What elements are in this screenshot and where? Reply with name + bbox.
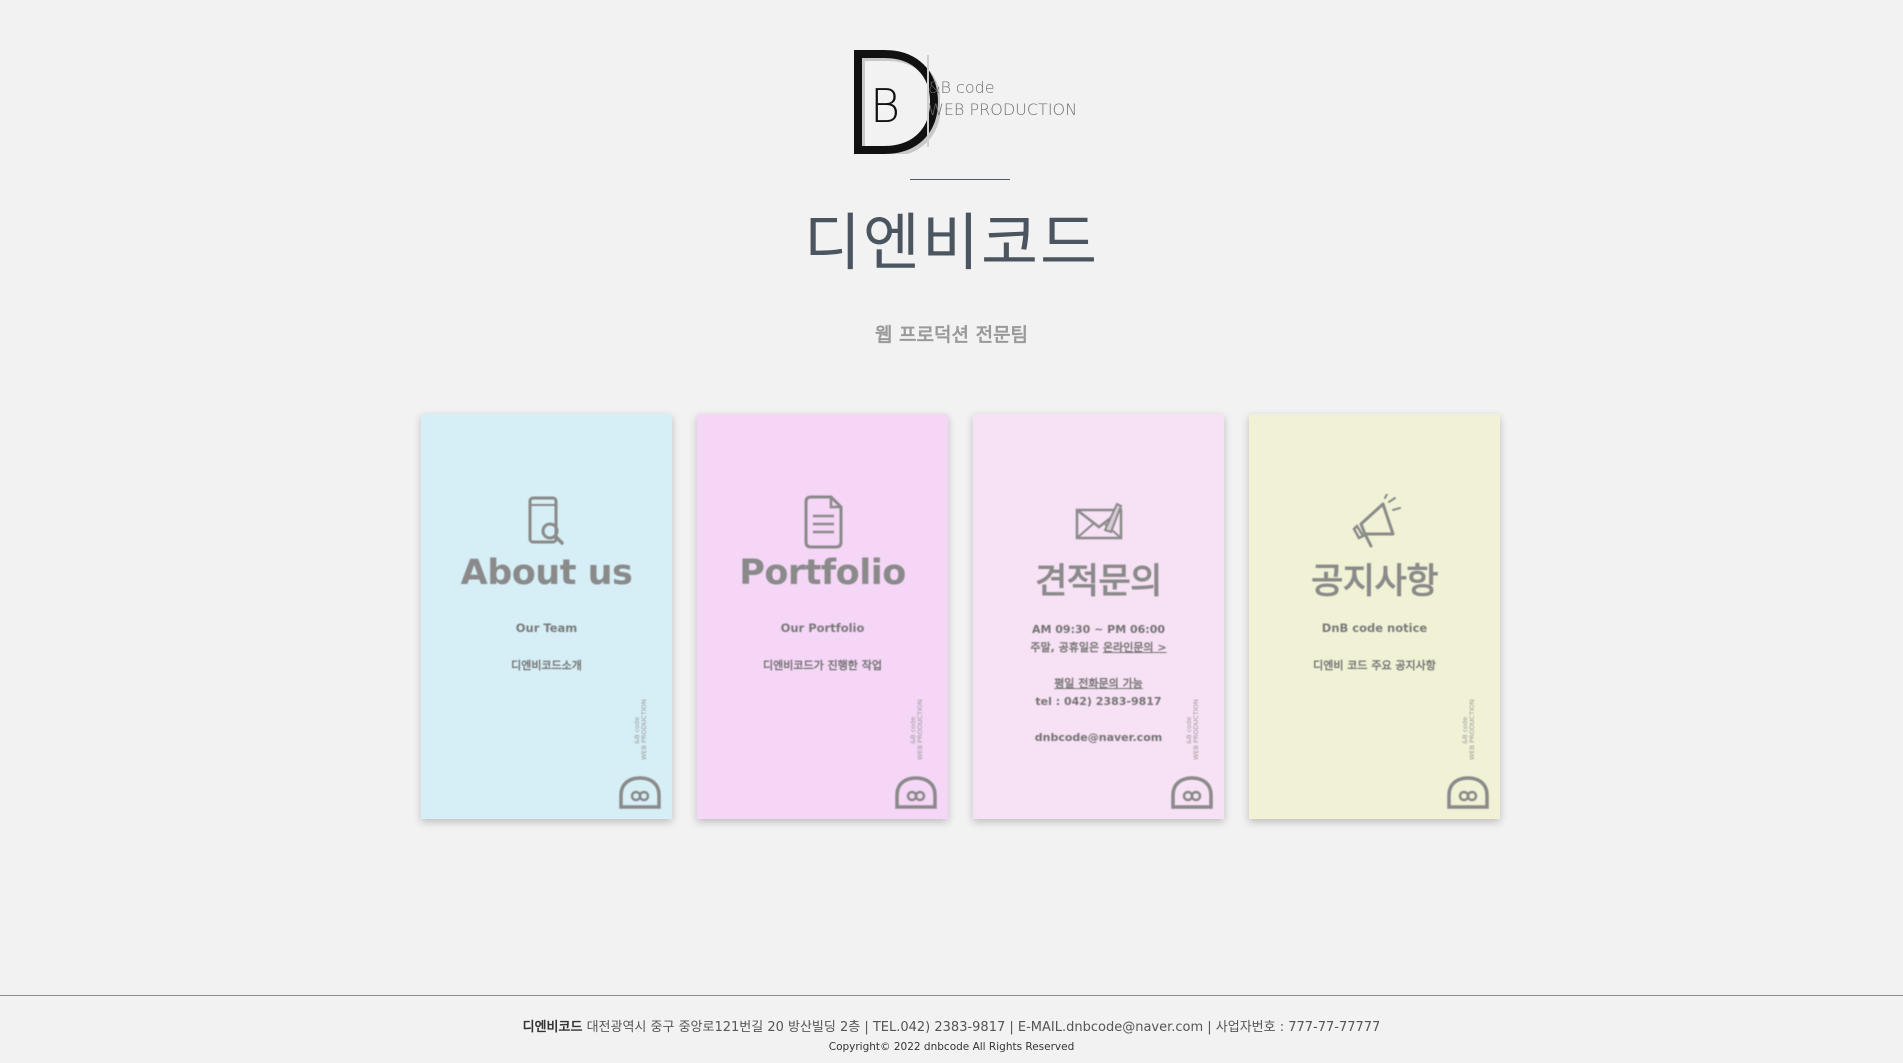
logo-line1: &B code xyxy=(928,78,995,97)
logo-inner-letter: B xyxy=(870,79,900,133)
badge-line2: WEB PRODUCTION xyxy=(1468,699,1476,761)
logo-line2: WEB PRODUCTION xyxy=(928,100,1078,119)
megaphone-icon xyxy=(1249,494,1500,550)
card-subtitle: DnB code notice xyxy=(1321,621,1428,635)
logo-text: &B code WEB PRODUCTION xyxy=(928,77,1077,121)
badge-text: &B code WEB PRODUCTION xyxy=(1185,699,1200,761)
badge-line2: WEB PRODUCTION xyxy=(916,699,924,761)
card-description: 디엔비코드소개 xyxy=(511,659,582,672)
holiday-prefix: 주말, 공휴일은 xyxy=(1030,641,1103,654)
card-about-us[interactable]: About us Our Team 디엔비코드소개 &B code WEB PR… xyxy=(421,414,672,819)
card-badge: &B code WEB PRODUCTION xyxy=(616,699,664,809)
footer-copyright: Copyright© 2022 dnbcode All Rights Reser… xyxy=(828,1041,1075,1053)
footer-details: 대전광역시 중구 중앙로121번길 20 방산빌딩 2층 | TEL.042) … xyxy=(582,1020,1381,1035)
card-content: Portfolio Our Portfolio 디엔비코드가 진행한 작업 &B… xyxy=(697,414,948,819)
card-badge: &B code WEB PRODUCTION xyxy=(1444,699,1492,809)
site-logo[interactable]: B &B code WEB PRODUCTION xyxy=(850,50,1080,154)
card-estimate-inquiry[interactable]: 견적문의 AM 09:30 ~ PM 06:00 주말, 공휴일은 온라인문의 … xyxy=(973,414,1224,819)
card-description: 디엔비 코드 주요 공지사항 xyxy=(1313,659,1436,672)
card-content: About us Our Team 디엔비코드소개 &B code WEB PR… xyxy=(421,414,672,819)
page: B &B code WEB PRODUCTION 디엔비코드 웹 프로덕션 전문… xyxy=(0,0,1903,1063)
document-icon xyxy=(697,494,948,550)
site-subtitle: 웹 프로덕션 전문팀 xyxy=(874,324,1029,346)
online-inquiry-link[interactable]: 온라인문의 > xyxy=(1103,641,1167,654)
card-title: 견적문의 xyxy=(1035,562,1162,602)
phone-search-icon xyxy=(421,494,672,550)
card-content: 견적문의 AM 09:30 ~ PM 06:00 주말, 공휴일은 온라인문의 … xyxy=(973,414,1224,819)
badge-text: &B code WEB PRODUCTION xyxy=(909,699,924,761)
card-content: 공지사항 DnB code notice 디엔비 코드 주요 공지사항 &B c… xyxy=(1249,414,1500,819)
badge-text: &B code WEB PRODUCTION xyxy=(1461,699,1476,761)
card-badge: &B code WEB PRODUCTION xyxy=(1168,699,1216,809)
card-notice[interactable]: 공지사항 DnB code notice 디엔비 코드 주요 공지사항 &B c… xyxy=(1249,414,1500,819)
dnb-badge-icon xyxy=(1447,776,1489,809)
dnb-badge-icon xyxy=(619,776,661,809)
site-footer: 디엔비코드 대전광역시 중구 중앙로121번길 20 방산빌딩 2층 | TEL… xyxy=(0,995,1903,1063)
holiday-note: 주말, 공휴일은 온라인문의 > xyxy=(973,639,1224,657)
mail-icon xyxy=(973,494,1224,550)
badge-line2: WEB PRODUCTION xyxy=(1192,699,1200,761)
badge-line2: WEB PRODUCTION xyxy=(640,699,648,761)
card-badge: &B code WEB PRODUCTION xyxy=(892,699,940,809)
weekday-phone-note: 평일 전화문의 가능 xyxy=(1054,677,1143,690)
card-description: 디엔비코드가 진행한 작업 xyxy=(763,659,882,672)
card-subtitle: Our Portfolio xyxy=(780,621,865,635)
footer-info: 디엔비코드 대전광역시 중구 중앙로121번길 20 방산빌딩 2층 | TEL… xyxy=(0,1016,1903,1035)
dnb-badge-icon xyxy=(1171,776,1213,809)
menu-cards: About us Our Team 디엔비코드소개 &B code WEB PR… xyxy=(421,414,1501,819)
title-divider xyxy=(910,179,1010,180)
card-title: Portfolio xyxy=(739,553,906,593)
card-title: 공지사항 xyxy=(1311,562,1438,602)
footer-company: 디엔비코드 xyxy=(522,1020,583,1035)
card-portfolio[interactable]: Portfolio Our Portfolio 디엔비코드가 진행한 작업 &B… xyxy=(697,414,948,819)
card-title: About us xyxy=(460,553,633,593)
business-hours: AM 09:30 ~ PM 06:00 xyxy=(1031,623,1166,636)
badge-text: &B code WEB PRODUCTION xyxy=(633,699,648,761)
card-subtitle: Our Team xyxy=(515,621,578,635)
dnb-badge-icon xyxy=(895,776,937,809)
site-title: 디엔비코드 xyxy=(803,206,1100,279)
